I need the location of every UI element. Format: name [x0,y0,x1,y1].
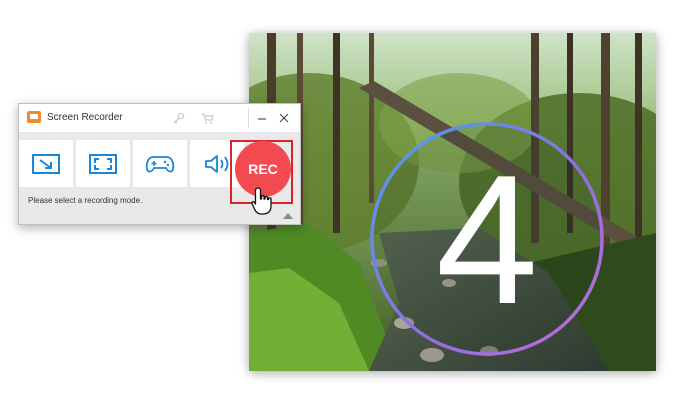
minimize-icon [258,118,266,120]
cart-icon [201,112,214,124]
window-title: Screen Recorder [47,112,123,123]
mode-toolbar [19,140,247,188]
close-icon [279,113,289,123]
fullscreen-icon [89,153,117,174]
minimize-button[interactable] [252,108,272,128]
region-select-icon [32,153,60,174]
fullscreen-mode-button[interactable] [76,140,130,187]
countdown-overlay: 4 [369,121,605,357]
expand-arrow-icon[interactable] [283,213,293,219]
game-mode-button[interactable] [133,140,187,187]
forest-photo: 4 [249,33,656,371]
app-logo-icon [27,111,41,123]
key-icon [173,112,184,123]
hand-cursor-icon [251,187,272,215]
gamepad-icon [145,155,175,172]
title-bar[interactable]: Screen Recorder [19,104,300,133]
region-mode-button[interactable] [19,140,73,187]
countdown-number: 4 [435,136,539,342]
register-key-button[interactable] [168,108,188,128]
close-button[interactable] [274,108,294,128]
speaker-icon [205,154,229,173]
status-text: Please select a recording mode. [28,196,143,205]
titlebar-divider [248,108,249,128]
purchase-button[interactable] [197,108,217,128]
